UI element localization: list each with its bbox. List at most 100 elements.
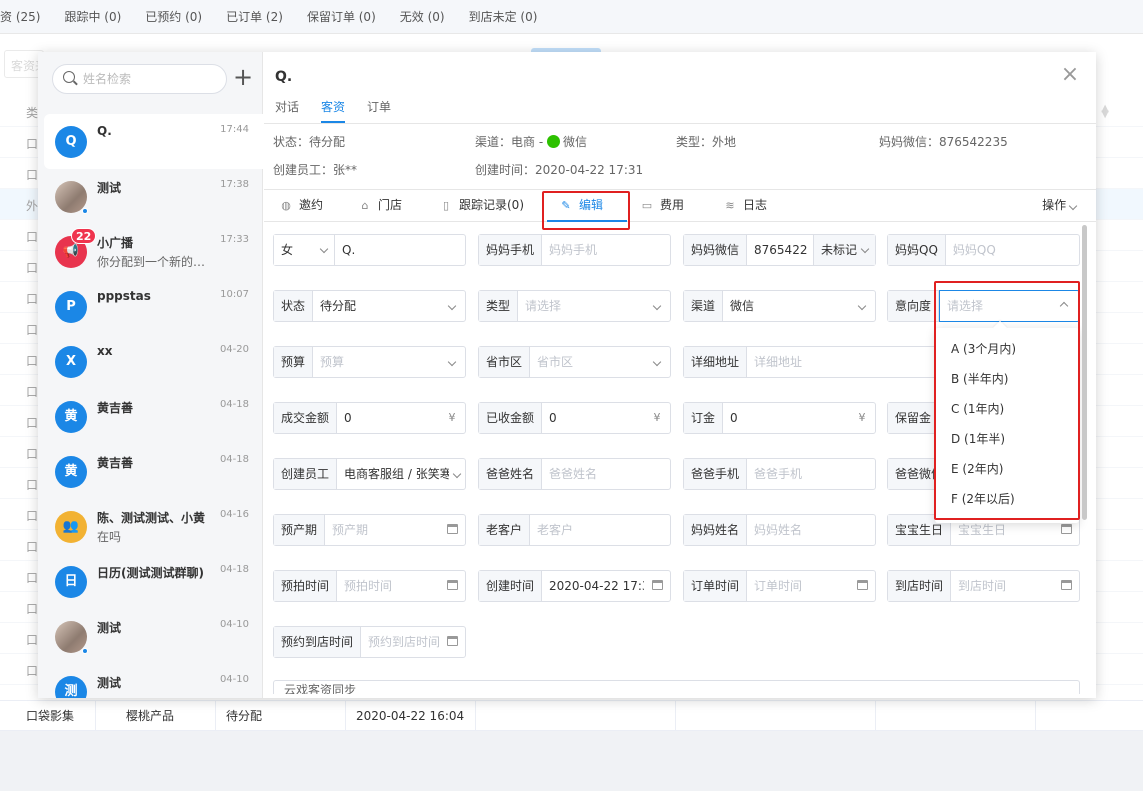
- contact-name: 陈、测试测试、小黄: [97, 511, 206, 525]
- detail-panel: Q. × 对话 客资 订单 状态：待分配 渠道：电商 - 微信 类型：外地 妈妈…: [264, 52, 1096, 698]
- contact-time: 04-10: [219, 619, 249, 630]
- table-cell: 待分配: [216, 701, 346, 731]
- contact-item[interactable]: 日 日历(测试测试群聊) 04-18: [38, 554, 263, 609]
- status-tab[interactable]: 已订单 (2): [226, 8, 283, 25]
- appointment-time-field[interactable]: 预约到店时间 预约到店时间: [273, 626, 466, 658]
- home-icon: ⌂: [361, 199, 369, 212]
- wechat-icon: [546, 135, 560, 148]
- calendar-icon: [446, 524, 458, 534]
- contact-name: 黄吉善: [97, 401, 134, 415]
- contact-item[interactable]: X xx 04-20: [38, 334, 263, 389]
- tab-store[interactable]: ⌂ 门店: [358, 190, 403, 222]
- contact-time: 04-10: [219, 674, 249, 685]
- contact-name: 测试: [97, 676, 122, 690]
- contact-sidebar: + Q Q. 17:44 测试 17:38 📢 22 小广播 你分配到一个新的客…: [38, 52, 263, 698]
- gender-select[interactable]: 女: [274, 235, 335, 265]
- contact-item[interactable]: 黄 黄吉善 04-18: [38, 389, 263, 444]
- contact-name: 黄吉善: [97, 456, 134, 470]
- group-icon: 👥: [55, 511, 87, 543]
- mom-wechat-field[interactable]: 妈妈微信 8765422 未标记: [683, 234, 876, 266]
- deal-amount-field[interactable]: 成交金额 0 ¥: [273, 402, 466, 434]
- calendar-icon: [1060, 524, 1072, 534]
- wechat-tag-select[interactable]: 未标记: [813, 235, 875, 265]
- layers-icon: ≋: [725, 199, 735, 212]
- mom-name-field[interactable]: 妈妈姓名 妈妈姓名: [683, 514, 876, 546]
- due-date-field[interactable]: 预产期 预产期: [273, 514, 466, 546]
- dad-name-field[interactable]: 爸爸姓名 爸爸姓名: [478, 458, 671, 490]
- contact-name: Q.: [97, 124, 112, 138]
- calendar-icon: [446, 636, 458, 646]
- operations-menu[interactable]: 操作: [1042, 190, 1078, 222]
- status-tab[interactable]: 到店未定 (0): [469, 8, 538, 25]
- invite-icon: ◍: [281, 199, 291, 212]
- creator-select[interactable]: 创建员工 电商客服组 / 张笑寒: [273, 458, 466, 490]
- add-icon[interactable]: +: [232, 64, 254, 92]
- budget-select[interactable]: 预算 预算: [273, 346, 466, 378]
- chevron-down-icon: [652, 357, 662, 367]
- chevron-down-icon: [447, 357, 457, 367]
- contact-item[interactable]: 📢 22 小广播 你分配到一个新的客资 17:33: [38, 224, 263, 279]
- unread-badge: 22: [71, 228, 97, 244]
- status-tab[interactable]: 无效 (0): [400, 8, 445, 25]
- contact-name: xx: [97, 344, 113, 358]
- table-cell: 2020-04-22 16:04: [346, 701, 476, 731]
- order-time-field[interactable]: 订单时间 订单时间: [683, 570, 876, 602]
- contact-message: 你分配到一个新的客资: [97, 255, 207, 269]
- tab-customer[interactable]: 客资: [310, 95, 356, 123]
- detail-tabs: 对话 客资 订单: [264, 95, 402, 123]
- received-amount-field[interactable]: 已收金额 0 ¥: [478, 402, 671, 434]
- chevron-down-icon: [860, 244, 870, 253]
- avatar: 日: [55, 566, 87, 598]
- shoot-time-field[interactable]: 预拍时间 预拍时间: [273, 570, 466, 602]
- status-tab[interactable]: 跟踪中 (0): [64, 8, 121, 25]
- mom-phone-field[interactable]: 妈妈手机 妈妈手机: [478, 234, 671, 266]
- contact-item[interactable]: 测试 17:38: [38, 169, 263, 224]
- arrive-time-field[interactable]: 到店时间 到店时间: [887, 570, 1080, 602]
- old-customer-field[interactable]: 老客户 老客户: [478, 514, 671, 546]
- contact-item[interactable]: 测试 04-10: [38, 609, 263, 664]
- table-row[interactable]: 口袋影集 樱桃产品 待分配 2020-04-22 16:04: [0, 700, 1143, 731]
- dad-phone-field[interactable]: 爸爸手机 爸爸手机: [683, 458, 876, 490]
- contact-item[interactable]: 黄 黄吉善 04-18: [38, 444, 263, 499]
- status-tab[interactable]: 已预约 (0): [145, 8, 202, 25]
- name-field[interactable]: 女 Q.: [273, 234, 466, 266]
- name-search-input[interactable]: [83, 70, 213, 88]
- contact-item[interactable]: Q Q. 17:44: [44, 114, 263, 169]
- avatar: 测: [55, 676, 87, 698]
- tab-fees[interactable]: ▭ 费用: [640, 190, 684, 222]
- scrollbar[interactable]: [1082, 225, 1087, 520]
- close-icon[interactable]: ×: [1060, 64, 1080, 86]
- chevron-down-icon: [857, 301, 867, 311]
- calendar-icon: [651, 580, 663, 590]
- region-select[interactable]: 省市区 省市区: [478, 346, 671, 378]
- info-status: 状态：待分配: [273, 135, 346, 149]
- tab-chat[interactable]: 对话: [264, 95, 310, 123]
- status-select[interactable]: 状态 待分配: [273, 290, 466, 322]
- channel-select[interactable]: 渠道 微信: [683, 290, 876, 322]
- tab-tracking[interactable]: ▯ 跟踪记录(0): [439, 190, 524, 222]
- currency-icon: ¥: [653, 411, 661, 424]
- contact-name: 测试: [97, 621, 122, 635]
- tab-orders[interactable]: 订单: [356, 95, 402, 123]
- tab-log[interactable]: ≋ 日志: [723, 190, 767, 222]
- mom-qq-field[interactable]: 妈妈QQ 妈妈QQ: [887, 234, 1080, 266]
- currency-icon: ¥: [858, 411, 866, 424]
- contact-item[interactable]: 👥 陈、测试测试、小黄 在吗 04-16: [38, 499, 263, 554]
- deposit-field[interactable]: 订金 0 ¥: [683, 402, 876, 434]
- contact-item[interactable]: P pppstas 10:07: [38, 279, 263, 334]
- status-tab[interactable]: 资 (25): [0, 8, 40, 25]
- tab-invite[interactable]: ◍ 邀约: [279, 190, 323, 222]
- type-select[interactable]: 类型 请选择: [478, 290, 671, 322]
- avatar: 黄: [55, 456, 87, 488]
- avatar: P: [55, 291, 87, 323]
- name-search[interactable]: [52, 64, 227, 94]
- contact-item[interactable]: 测 测试 04-10: [38, 664, 263, 698]
- chevron-down-icon: [319, 244, 329, 253]
- contact-time: 04-20: [219, 344, 249, 355]
- online-dot: [82, 648, 88, 654]
- contact-time: 04-18: [219, 399, 249, 410]
- table-cell: 樱桃产品: [96, 701, 216, 731]
- avatar: X: [55, 346, 87, 378]
- create-time-field[interactable]: 创建时间 2020-04-22 17:31: [478, 570, 671, 602]
- status-tab[interactable]: 保留订单 (0): [307, 8, 376, 25]
